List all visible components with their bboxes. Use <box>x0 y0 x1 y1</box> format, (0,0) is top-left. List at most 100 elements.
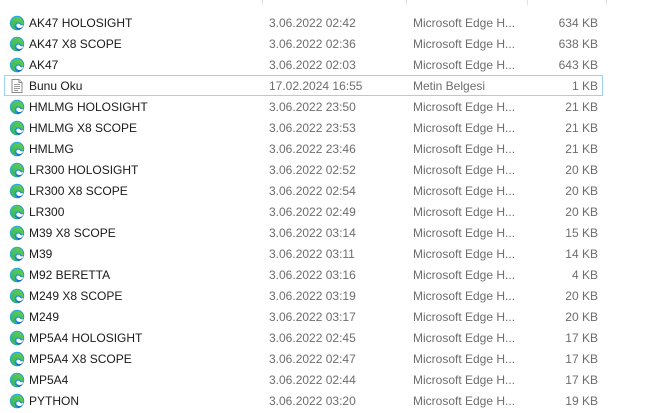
file-row[interactable]: M249 3.06.2022 03:17 Microsoft Edge H... 20… <box>4 306 603 327</box>
file-date-modified: 3.06.2022 02:44 <box>269 373 356 387</box>
file-date-modified: 3.06.2022 02:42 <box>269 16 356 30</box>
edge-icon <box>9 15 25 31</box>
file-type: Microsoft Edge H... <box>413 331 516 345</box>
file-name: LR300 <box>29 205 65 219</box>
edge-icon <box>9 309 25 325</box>
edge-icon <box>9 162 25 178</box>
file-size: 17 KB <box>565 373 598 387</box>
file-name: M39 <box>29 247 53 261</box>
file-name: LR300 HOLOSIGHT <box>29 163 139 177</box>
file-size: 20 KB <box>565 163 598 177</box>
file-size: 21 KB <box>565 100 598 114</box>
column-divider[interactable] <box>406 0 407 5</box>
file-size: 643 KB <box>558 58 598 72</box>
file-date-modified: 3.06.2022 23:50 <box>269 100 356 114</box>
file-size: 17 KB <box>565 352 598 366</box>
file-row[interactable]: LR300 3.06.2022 02:49 Microsoft Edge H... 2… <box>4 201 603 222</box>
edge-icon <box>9 204 25 220</box>
file-size: 17 KB <box>565 331 598 345</box>
file-type: Microsoft Edge H... <box>413 184 516 198</box>
file-size: 20 KB <box>565 289 598 303</box>
file-size: 20 KB <box>565 310 598 324</box>
file-name: M249 <box>29 310 60 324</box>
file-type: Microsoft Edge H... <box>413 247 516 261</box>
edge-icon <box>9 330 25 346</box>
edge-icon <box>9 225 25 241</box>
file-row[interactable]: HMLMG X8 SCOPE 3.06.2022 23:53 Microsoft E… <box>4 117 603 138</box>
file-name: M39 X8 SCOPE <box>29 226 116 240</box>
file-row[interactable]: MP5A4 HOLOSIGHT 3.06.2022 02:45 Microsoft … <box>4 327 603 348</box>
file-type: Microsoft Edge H... <box>413 100 516 114</box>
file-row[interactable]: MP5A4 X8 SCOPE 3.06.2022 02:47 Microsoft E… <box>4 348 603 369</box>
edge-icon <box>9 57 25 73</box>
file-row[interactable]: Bunu Oku 17.02.2024 16:55 Metin Belgesi 1 K… <box>4 75 603 96</box>
file-date-modified: 3.06.2022 02:52 <box>269 163 356 177</box>
file-row[interactable]: M249 X8 SCOPE 3.06.2022 03:19 Microsoft Ed… <box>4 285 603 306</box>
file-name: Bunu Oku <box>29 79 83 93</box>
file-row[interactable]: AK47 3.06.2022 02:03 Microsoft Edge H... 64… <box>4 54 603 75</box>
file-date-modified: 3.06.2022 02:36 <box>269 37 356 51</box>
file-type: Microsoft Edge H... <box>413 142 516 156</box>
edge-icon <box>9 99 25 115</box>
file-row[interactable]: HMLMG 3.06.2022 23:46 Microsoft Edge H... 2… <box>4 138 603 159</box>
file-size: 19 KB <box>565 394 598 408</box>
column-header-edge <box>0 0 668 6</box>
file-date-modified: 3.06.2022 02:03 <box>269 58 356 72</box>
file-type: Microsoft Edge H... <box>413 163 516 177</box>
file-name: MP5A4 X8 SCOPE <box>29 352 132 366</box>
file-name: PYTHON <box>29 394 80 408</box>
file-date-modified: 3.06.2022 03:16 <box>269 268 356 282</box>
file-row[interactable]: LR300 HOLOSIGHT 3.06.2022 02:52 Microsoft … <box>4 159 603 180</box>
file-size: 15 KB <box>565 226 598 240</box>
file-row[interactable]: M39 3.06.2022 03:11 Microsoft Edge H... 14 … <box>4 243 603 264</box>
edge-icon <box>9 141 25 157</box>
file-row[interactable]: LR300 X8 SCOPE 3.06.2022 02:54 Microsoft E… <box>4 180 603 201</box>
text-document-icon <box>9 78 25 94</box>
file-date-modified: 17.02.2024 16:55 <box>269 79 363 93</box>
file-type: Metin Belgesi <box>413 79 486 93</box>
file-list: AK47 HOLOSIGHT 3.06.2022 02:42 Microsoft E… <box>0 0 668 413</box>
file-size: 20 KB <box>565 184 598 198</box>
file-name: M92 BERETTA <box>29 268 111 282</box>
file-row[interactable]: AK47 X8 SCOPE 3.06.2022 02:36 Microsoft Ed… <box>4 33 603 54</box>
file-name: M249 X8 SCOPE <box>29 289 123 303</box>
file-type: Microsoft Edge H... <box>413 373 516 387</box>
file-type: Microsoft Edge H... <box>413 289 516 303</box>
file-date-modified: 3.06.2022 03:11 <box>269 247 355 261</box>
edge-icon <box>9 393 25 409</box>
file-name: MP5A4 HOLOSIGHT <box>29 331 143 345</box>
file-date-modified: 3.06.2022 02:54 <box>269 184 356 198</box>
file-row[interactable]: M39 X8 SCOPE 3.06.2022 03:14 Microsoft Edg… <box>4 222 603 243</box>
file-size: 20 KB <box>565 205 598 219</box>
edge-icon <box>9 288 25 304</box>
file-type: Microsoft Edge H... <box>413 58 516 72</box>
file-name: LR300 X8 SCOPE <box>29 184 128 198</box>
file-row[interactable]: MP5A4 3.06.2022 02:44 Microsoft Edge H... 1… <box>4 369 603 390</box>
column-divider[interactable] <box>527 0 528 5</box>
edge-icon <box>9 120 25 136</box>
file-type: Microsoft Edge H... <box>413 37 516 51</box>
file-date-modified: 3.06.2022 23:46 <box>269 142 356 156</box>
file-type: Microsoft Edge H... <box>413 16 516 30</box>
file-size: 21 KB <box>565 121 598 135</box>
edge-icon <box>9 267 25 283</box>
column-divider[interactable] <box>606 0 607 5</box>
file-row[interactable]: AK47 HOLOSIGHT 3.06.2022 02:42 Microsoft E… <box>4 12 603 33</box>
file-type: Microsoft Edge H... <box>413 310 516 324</box>
file-name: HMLMG X8 SCOPE <box>29 121 138 135</box>
file-row[interactable]: PYTHON 3.06.2022 03:20 Microsoft Edge H...… <box>4 390 603 411</box>
file-type: Microsoft Edge H... <box>413 352 516 366</box>
file-date-modified: 3.06.2022 02:49 <box>269 205 356 219</box>
file-date-modified: 3.06.2022 03:14 <box>269 226 356 240</box>
file-name: HMLMG HOLOSIGHT <box>29 100 148 114</box>
file-name: AK47 X8 SCOPE <box>29 37 122 51</box>
file-row[interactable]: HMLMG HOLOSIGHT 3.06.2022 23:50 Microsoft … <box>4 96 603 117</box>
column-divider[interactable] <box>262 0 263 5</box>
file-type: Microsoft Edge H... <box>413 205 516 219</box>
file-row[interactable]: M92 BERETTA 3.06.2022 03:16 Microsoft Edge… <box>4 264 603 285</box>
edge-icon <box>9 183 25 199</box>
file-type: Microsoft Edge H... <box>413 268 516 282</box>
edge-icon <box>9 372 25 388</box>
file-size: 21 KB <box>565 142 598 156</box>
file-date-modified: 3.06.2022 03:19 <box>269 289 356 303</box>
